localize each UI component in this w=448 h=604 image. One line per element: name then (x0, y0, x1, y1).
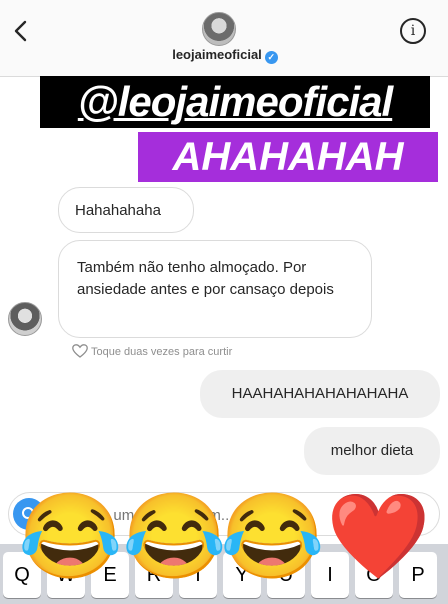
heart-outline-icon (72, 344, 88, 358)
avatar[interactable] (202, 12, 236, 46)
back-button[interactable] (8, 16, 34, 46)
sender-avatar[interactable] (8, 302, 42, 336)
info-button[interactable]: i (400, 18, 426, 44)
mention-sticker: @leojaimeoficial (40, 76, 430, 128)
info-icon: i (410, 23, 416, 39)
incoming-message[interactable]: Também não tenho almoçado. Por ansiedade… (58, 240, 372, 338)
red-heart-emoji: ❤️ (326, 489, 431, 583)
chat-header: leojaimeoficial ✓ i (0, 0, 448, 77)
outgoing-message[interactable]: HAAHAHAHAHAHAHAHA (200, 370, 440, 418)
outgoing-message[interactable]: melhor dieta (304, 427, 440, 475)
like-hint-label: Toque duas vezes para curtir (91, 346, 233, 358)
tears-of-joy-emoji: 😂 (18, 489, 123, 583)
text-sticker: AHAHAHAH (138, 132, 438, 182)
username-label: leojaimeoficial (172, 47, 262, 62)
username-title[interactable]: leojaimeoficial ✓ (150, 47, 300, 64)
tears-of-joy-emoji: 😂 (122, 489, 227, 583)
incoming-message[interactable]: Hahahahaha (58, 187, 194, 233)
tears-of-joy-emoji: 😂 (220, 489, 325, 583)
like-hint[interactable]: Toque duas vezes para curtir (72, 344, 232, 358)
verified-badge-icon: ✓ (264, 51, 278, 64)
chevron-left-icon (14, 20, 27, 42)
